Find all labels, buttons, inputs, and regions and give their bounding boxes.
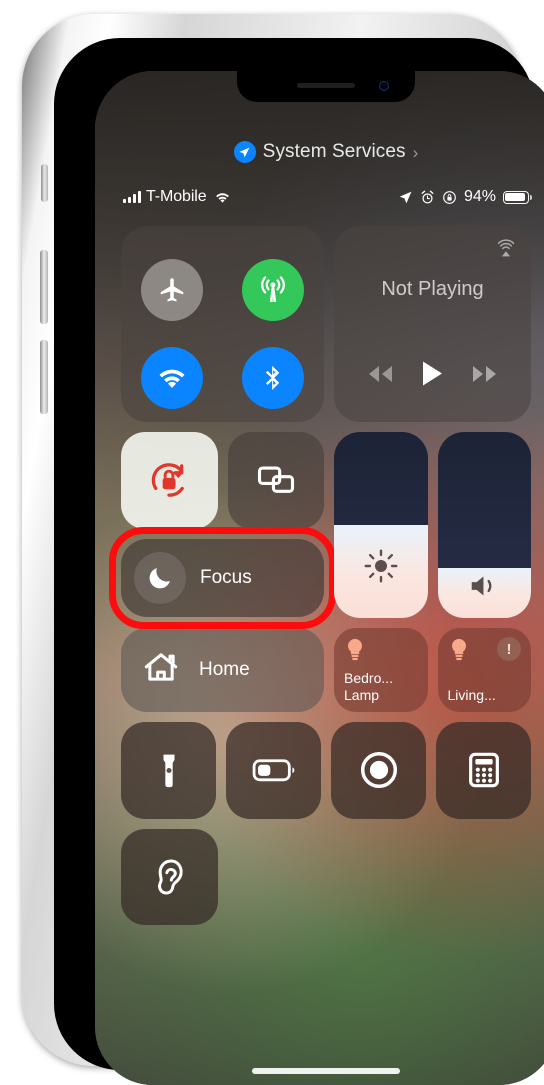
low-power-mode-button[interactable]	[226, 722, 321, 819]
toggles-stack: Focus	[109, 432, 336, 629]
location-arrow-icon	[398, 190, 413, 205]
focus-icon-circle	[134, 551, 186, 604]
silent-switch[interactable]	[41, 164, 48, 202]
bluetooth-icon	[266, 365, 280, 390]
phone-screen: System Services › T-Mobile 94% Not Playi…	[95, 71, 544, 1085]
control-center: Not Playing Focus Home Bedro... Lamp ! L…	[109, 226, 531, 935]
cellular-data-button[interactable]	[242, 259, 305, 321]
battery-fill	[505, 192, 526, 202]
status-bar: T-Mobile 94%	[95, 184, 544, 210]
screen-recording-button[interactable]	[331, 722, 426, 819]
cellular-antenna-icon	[261, 276, 286, 302]
accessory-tile-living-room[interactable]: ! Living...	[437, 628, 531, 712]
calculator-icon	[468, 752, 499, 788]
airplane-icon	[160, 278, 183, 302]
volume-up-button[interactable]	[40, 250, 48, 324]
flashlight-icon	[163, 754, 174, 788]
location-arrow-icon	[233, 141, 256, 163]
front-camera	[379, 81, 389, 91]
carrier-name: T-Mobile	[146, 188, 207, 205]
lightbulb-icon	[448, 638, 470, 669]
airplay-audio-icon[interactable]	[495, 238, 517, 265]
flashlight-button[interactable]	[121, 722, 216, 819]
utility-row	[121, 722, 531, 819]
accessibility-row	[121, 828, 531, 925]
calculator-button[interactable]	[436, 722, 531, 819]
system-services-header[interactable]: System Services ›	[95, 141, 544, 163]
rewind-icon[interactable]	[364, 363, 396, 390]
phone-bezel: System Services › T-Mobile 94% Not Playi…	[54, 38, 544, 1085]
cellular-signal-bars-icon	[123, 191, 141, 203]
accessory-name: Living...	[447, 687, 496, 703]
status-bar-right: 94%	[398, 188, 532, 206]
screen-mirroring-button[interactable]	[227, 432, 324, 529]
fast-forward-icon[interactable]	[469, 363, 501, 390]
battery-percent-label: 94%	[463, 188, 496, 205]
home-row: Home Bedro... Lamp ! Living...	[121, 628, 531, 712]
accessory-tile-bedroom-lamp[interactable]: Bedro... Lamp	[334, 628, 428, 712]
home-button[interactable]: Home	[121, 628, 324, 712]
now-playing-title: Not Playing	[381, 278, 484, 300]
ear-icon	[158, 859, 183, 895]
hearing-button[interactable]	[121, 828, 218, 925]
airplane-mode-button[interactable]	[140, 259, 203, 321]
media-playback-module[interactable]: Not Playing	[334, 226, 531, 422]
bluetooth-button[interactable]	[242, 347, 305, 409]
notch	[237, 71, 415, 102]
wifi-icon	[214, 191, 231, 204]
slider-pair	[334, 432, 531, 618]
rotation-lock-icon	[442, 190, 457, 205]
focus-button[interactable]: Focus	[109, 526, 336, 629]
home-label: Home	[199, 659, 250, 680]
speaker-icon	[438, 571, 532, 601]
connectivity-module	[121, 226, 324, 422]
phone-frame: System Services › T-Mobile 94% Not Playi…	[22, 14, 544, 1085]
alarm-clock-icon	[420, 190, 435, 205]
system-services-label: System Services	[262, 141, 406, 162]
earpiece-speaker	[297, 83, 355, 88]
screen-recording-icon	[360, 752, 397, 789]
battery-icon	[503, 190, 532, 204]
wifi-icon	[159, 369, 185, 388]
status-bar-left: T-Mobile	[123, 188, 231, 206]
exclamation-icon: !	[497, 637, 521, 661]
battery-icon	[252, 759, 294, 782]
media-controls	[334, 360, 531, 392]
focus-label: Focus	[200, 566, 252, 588]
volume-down-button[interactable]	[40, 340, 48, 414]
rotation-lock-button[interactable]	[121, 432, 218, 529]
connectivity-and-media-row: Not Playing	[121, 226, 531, 422]
toggle-pair	[121, 432, 324, 529]
volume-slider[interactable]	[437, 432, 532, 618]
brightness-slider[interactable]	[334, 432, 428, 618]
play-icon[interactable]	[420, 360, 444, 392]
lightbulb-icon	[344, 638, 366, 669]
home-icon	[141, 648, 181, 693]
home-indicator[interactable]	[252, 1068, 400, 1074]
rotation-lock-icon	[151, 463, 185, 498]
screen-mirroring-icon	[257, 466, 294, 494]
wifi-button[interactable]	[140, 347, 203, 409]
accessory-name: Bedro... Lamp	[344, 670, 394, 703]
sun-icon	[334, 548, 428, 584]
moon-icon	[149, 567, 170, 588]
toggles-and-sliders-row: Focus	[109, 432, 531, 629]
chevron-right-icon: ›	[412, 142, 419, 162]
